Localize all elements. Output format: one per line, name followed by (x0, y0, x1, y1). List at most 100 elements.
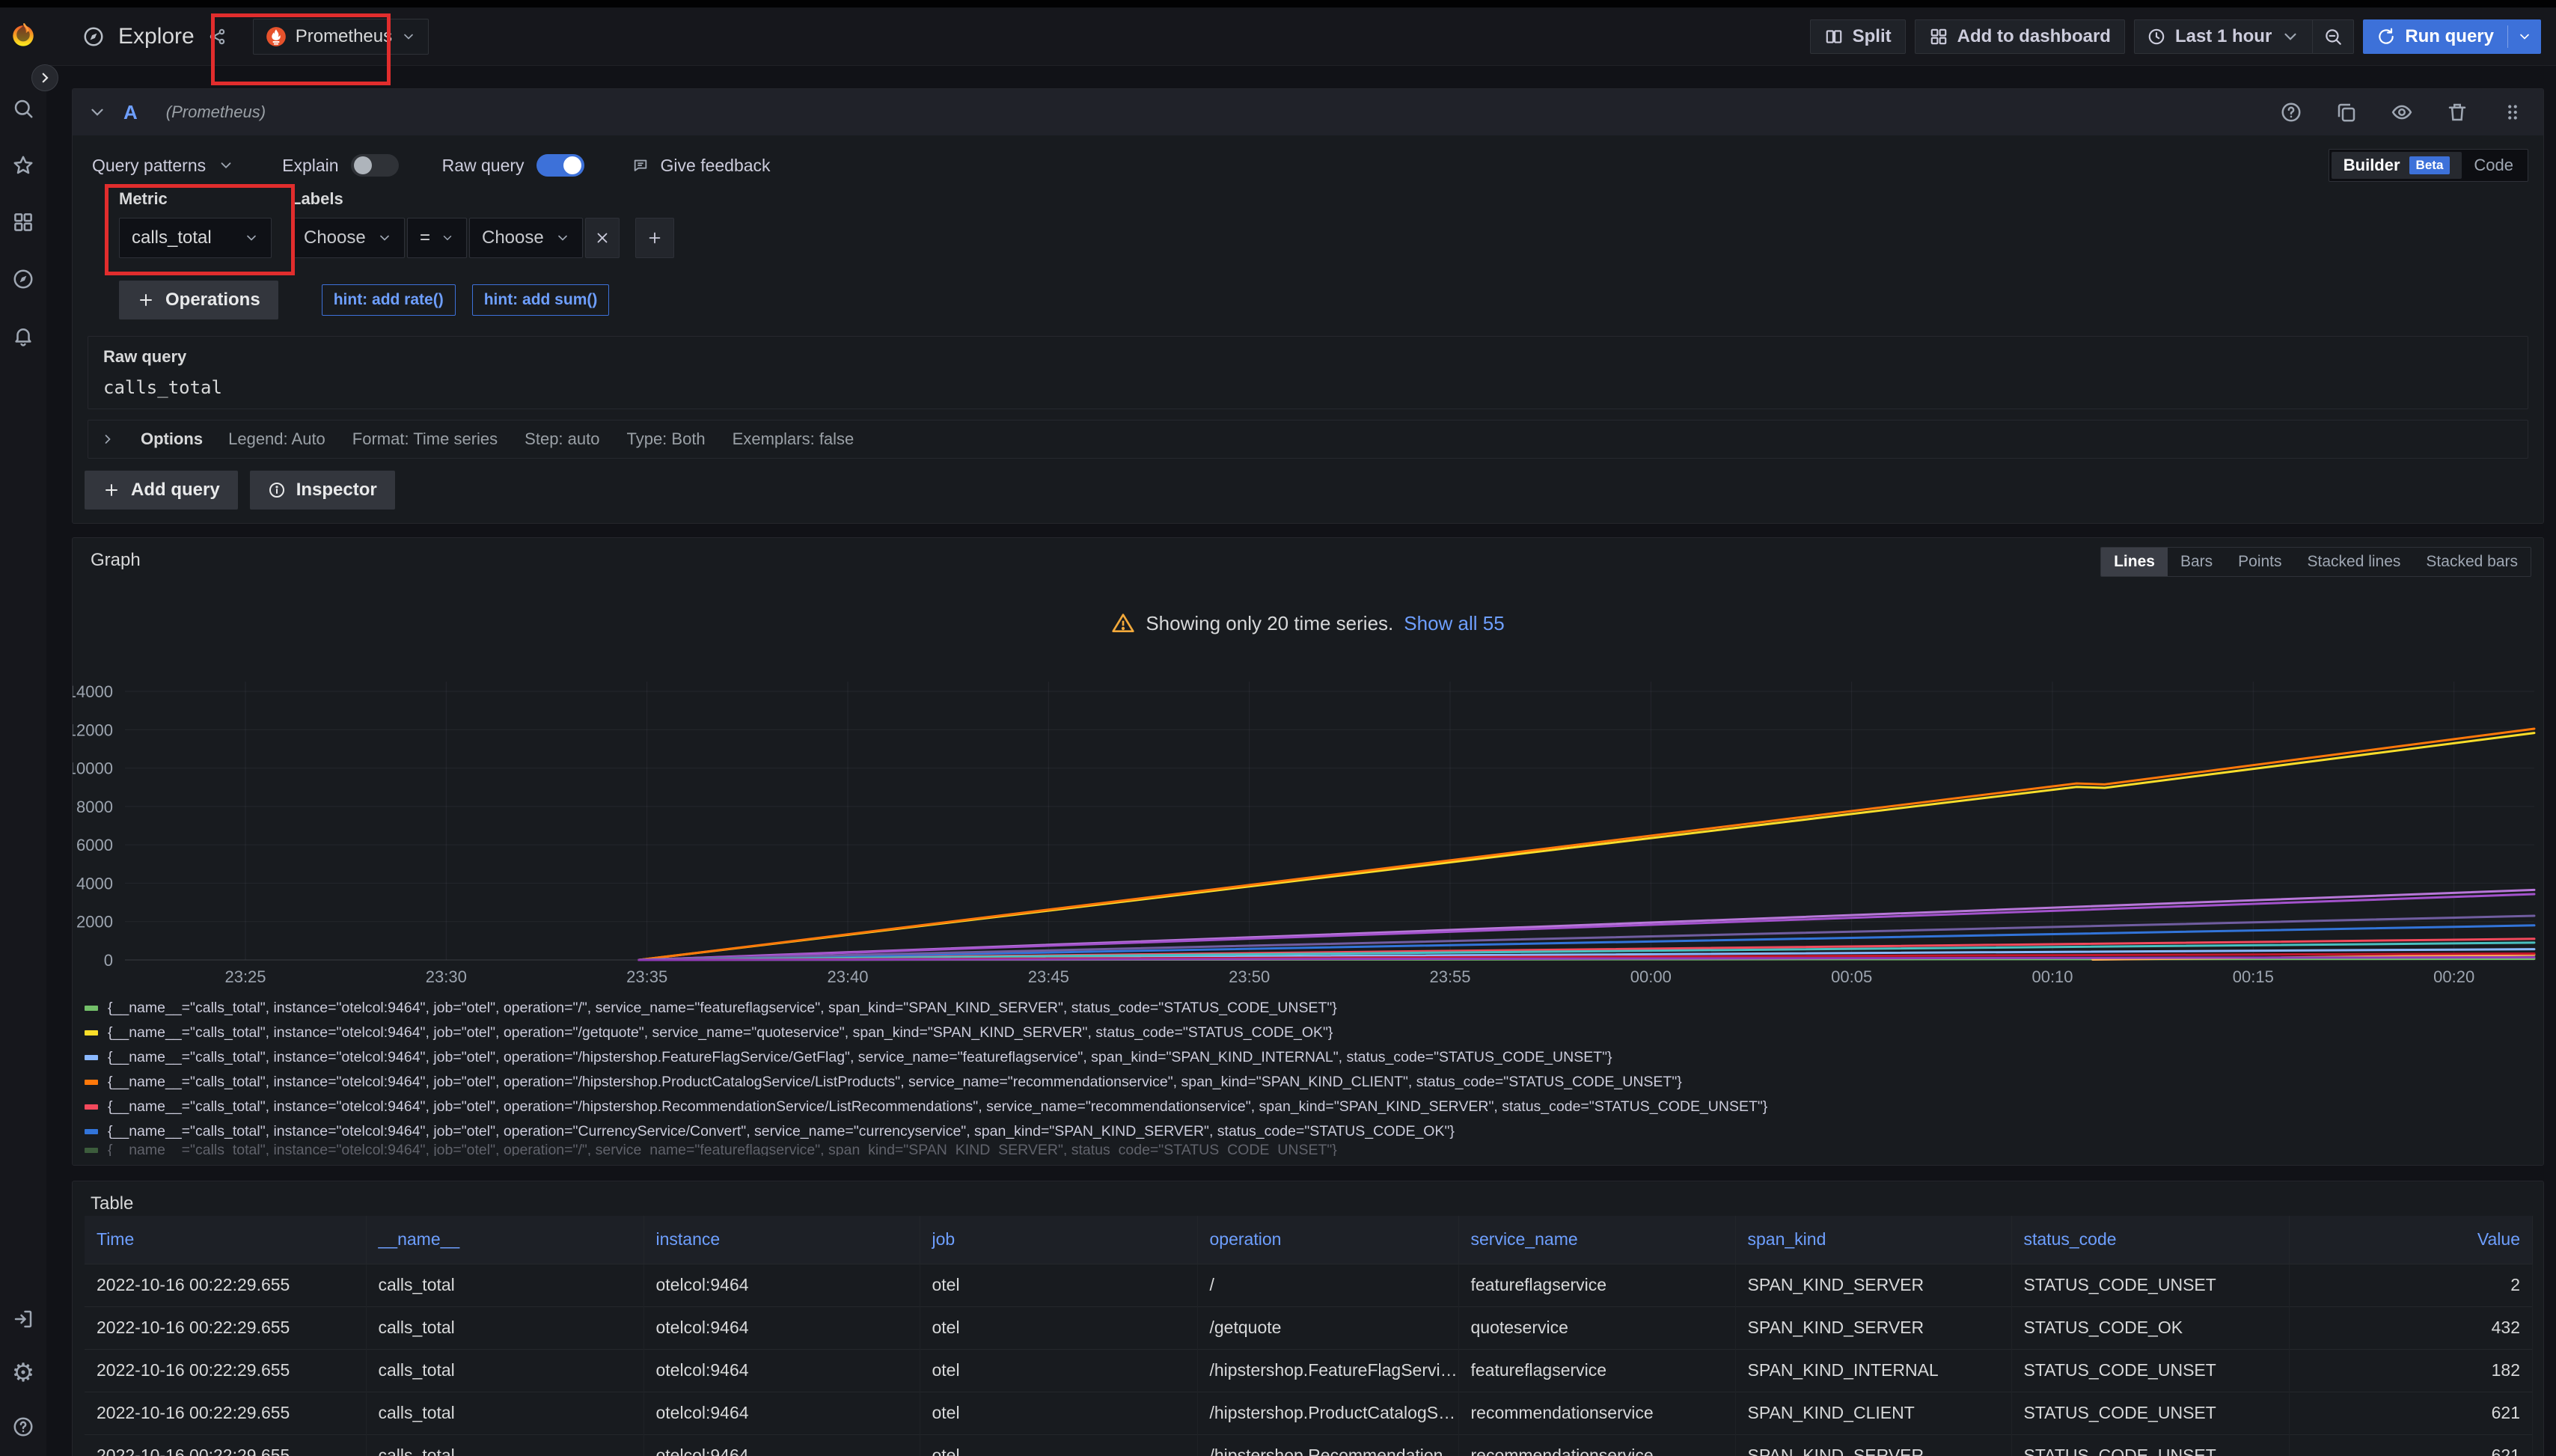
query-patterns-dropdown[interactable]: Query patterns (88, 155, 239, 177)
query-hint-button[interactable]: hint: add rate() (322, 284, 456, 316)
inspector-button[interactable]: Inspector (250, 471, 395, 510)
column-header-status-code[interactable]: status_code (2011, 1216, 2289, 1264)
metric-select[interactable]: calls_total (119, 218, 272, 258)
column-header-job[interactable]: job (920, 1216, 1197, 1264)
table-cell: 2022-10-16 00:22:29.655 (85, 1392, 366, 1434)
warning-text: Showing only 20 time series. (1146, 612, 1393, 635)
graph-mode-stacked-lines[interactable]: Stacked lines (2295, 548, 2414, 576)
graph-mode-lines[interactable]: Lines (2101, 548, 2168, 576)
settings-gear-icon[interactable]: ⚙ (10, 1360, 36, 1386)
table-cell: recommendationservice (1458, 1392, 1735, 1434)
graph-mode-stacked-bars[interactable]: Stacked bars (2413, 548, 2531, 576)
table-cell: calls_total (366, 1392, 643, 1434)
table-row: 2022-10-16 00:22:29.655calls_totalotelco… (85, 1264, 2533, 1306)
add-label-filter-button[interactable] (635, 218, 674, 258)
remove-label-filter-button[interactable] (585, 218, 620, 258)
legend-item[interactable]: {__name__="calls_total", instance="otelc… (85, 996, 2536, 1021)
tab-builder[interactable]: Builder Beta (2332, 152, 2462, 179)
split-button[interactable]: Split (1810, 19, 1906, 54)
query-row-header[interactable]: A (Prometheus) (73, 89, 2543, 135)
raw-query-toggle-label: Raw query (442, 156, 525, 176)
table-cell: otel (920, 1349, 1197, 1392)
help-icon[interactable] (10, 1414, 36, 1440)
query-hint-button[interactable]: hint: add sum() (472, 284, 610, 316)
sign-in-icon[interactable] (10, 1306, 36, 1332)
table-cell: otelcol:9464 (643, 1306, 920, 1349)
star-icon[interactable] (10, 153, 36, 178)
y-axis-tick-label: 6000 (76, 836, 113, 854)
explain-toggle[interactable] (351, 154, 399, 177)
legend-series-label: {__name__="calls_total", instance="otelc… (108, 1144, 1337, 1156)
query-header-actions (2280, 101, 2524, 123)
label-operator-select[interactable]: = (407, 218, 467, 258)
datasource-picker[interactable]: Prometheus (253, 19, 429, 55)
plus-icon (103, 481, 120, 499)
table-row: 2022-10-16 00:22:29.655calls_totalotelco… (85, 1306, 2533, 1349)
column-header-time[interactable]: Time (85, 1216, 366, 1264)
add-operation-button[interactable]: Operations (119, 281, 278, 319)
explore-compass-icon[interactable] (10, 266, 36, 292)
column-header-span-kind[interactable]: span_kind (1735, 1216, 2011, 1264)
column-header-value[interactable]: Value (2289, 1216, 2533, 1264)
legend-series-swatch (85, 1148, 98, 1153)
chevron-down-icon (555, 230, 570, 245)
legend-item[interactable]: {__name__="calls_total", instance="otelc… (85, 1045, 2536, 1070)
add-to-dashboard-button[interactable]: Add to dashboard (1915, 19, 2125, 54)
sidebar-top-icons (0, 96, 46, 349)
share-icon[interactable] (208, 27, 227, 46)
legend-series-swatch (85, 1104, 98, 1110)
tab-code[interactable]: Code (2462, 152, 2525, 179)
add-query-button[interactable]: Add query (85, 471, 238, 510)
duplicate-query-icon[interactable] (2335, 101, 2358, 123)
legend-series-label: {__name__="calls_total", instance="otelc… (108, 1000, 1337, 1017)
zoom-out-time-icon[interactable] (2313, 20, 2353, 53)
table-row: 2022-10-16 00:22:29.655calls_totalotelco… (85, 1392, 2533, 1434)
legend-item[interactable]: {__name__="calls_total", instance="otelc… (85, 1119, 2536, 1144)
give-feedback-button[interactable]: Give feedback (628, 155, 775, 177)
builder-code-switcher: Builder Beta Code (2329, 149, 2528, 182)
column-header-operation[interactable]: operation (1197, 1216, 1458, 1264)
graph-mode-points[interactable]: Points (2225, 548, 2294, 576)
table-cell: /hipstershop.ProductCatalogS… (1197, 1392, 1458, 1434)
builder-label: Builder (2343, 156, 2400, 175)
grafana-logo-icon[interactable] (8, 19, 38, 49)
dashboards-grid-icon[interactable] (10, 209, 36, 235)
column-header-instance[interactable]: instance (643, 1216, 920, 1264)
label-value-select[interactable]: Choose (469, 218, 583, 258)
time-series-chart[interactable]: 23:2523:3023:3523:4023:4523:5023:5500:00… (73, 652, 2544, 996)
delete-query-trash-icon[interactable] (2446, 101, 2468, 123)
drag-handle-grip-icon[interactable] (2501, 101, 2524, 123)
hide-query-eye-icon[interactable] (2391, 101, 2413, 123)
x-axis-tick-label: 23:55 (1429, 967, 1470, 986)
table-cell: STATUS_CODE_UNSET (2011, 1264, 2289, 1306)
options-label: Options (141, 429, 203, 449)
y-axis-tick-label: 2000 (76, 913, 113, 932)
alerting-bell-icon[interactable] (10, 323, 36, 349)
chart-series-line[interactable] (639, 916, 2534, 960)
table-cell: STATUS_CODE_OK (2011, 1306, 2289, 1349)
table-cell: SPAN_KIND_SERVER (1735, 1264, 2011, 1306)
query-help-icon[interactable] (2280, 101, 2302, 123)
query-options-row[interactable]: Options Legend: AutoFormat: Time seriesS… (88, 420, 2528, 459)
run-query-caret[interactable] (2508, 19, 2541, 54)
table-cell: SPAN_KIND_CLIENT (1735, 1392, 2011, 1434)
run-query-button[interactable]: Run query (2363, 19, 2507, 54)
search-icon[interactable] (10, 96, 36, 121)
legend-item[interactable]: {__name__="calls_total", instance="otelc… (85, 1095, 2536, 1119)
legend-series-label: {__name__="calls_total", instance="otelc… (108, 1074, 1682, 1091)
sidebar-expand-button[interactable] (31, 64, 58, 91)
table-header-row: Time__name__instancejoboperationservice_… (85, 1216, 2533, 1264)
time-range-picker[interactable]: Last 1 hour (2135, 20, 2312, 53)
legend-item[interactable]: {__name__="calls_total", instance="otelc… (85, 1070, 2536, 1095)
label-key-select[interactable]: Choose (291, 218, 405, 258)
column-header-service-name[interactable]: service_name (1458, 1216, 1735, 1264)
query-editor-panel: A (Prometheus) Query patterns Explain Ra… (72, 88, 2544, 524)
legend-item[interactable]: {__name__="calls_total", instance="otelc… (85, 1021, 2536, 1045)
legend-series-swatch (85, 1006, 98, 1011)
graph-panel-title: Graph (91, 550, 141, 571)
column-header-name[interactable]: __name__ (366, 1216, 643, 1264)
table-cell: / (1197, 1264, 1458, 1306)
raw-query-toggle[interactable] (536, 154, 584, 177)
graph-mode-bars[interactable]: Bars (2168, 548, 2225, 576)
show-all-series-link[interactable]: Show all 55 (1404, 612, 1504, 635)
